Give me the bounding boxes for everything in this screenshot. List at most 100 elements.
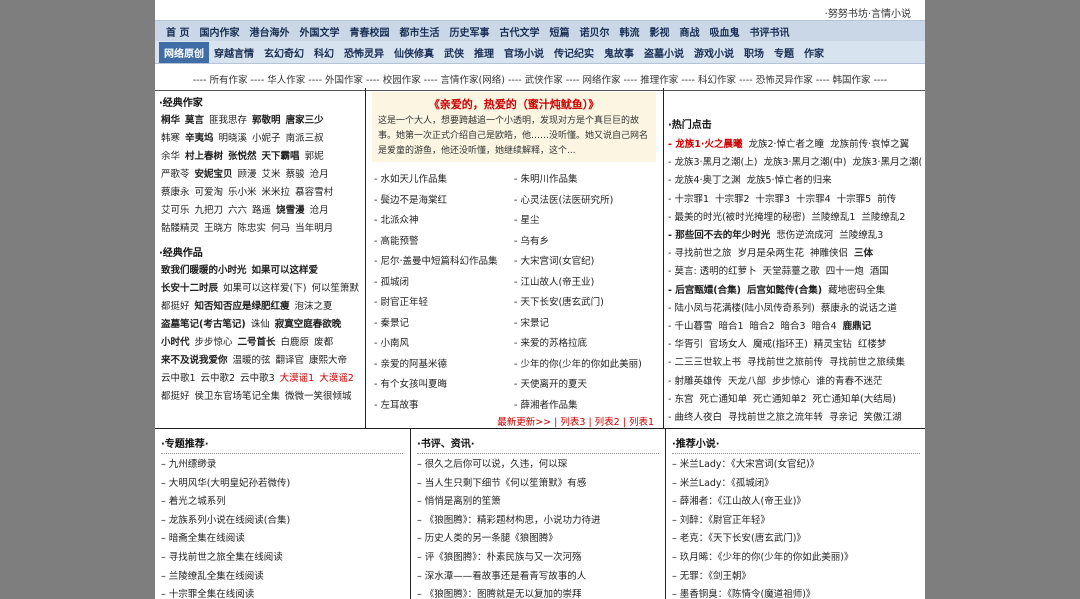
nav-link[interactable]: 诺贝尔 [574,24,614,39]
hot-link[interactable]: 暗合4 [812,321,837,332]
work-link[interactable]: 云中歌1 [161,373,196,384]
hot-link[interactable]: - 十宗罪1 [668,194,709,205]
work-link[interactable]: 翻译官 [276,355,305,366]
hot-link[interactable]: 十宗罪3 [756,194,791,205]
author-link[interactable]: 郭妮 [305,151,324,162]
work-link[interactable]: 泡沫之夏 [295,301,333,312]
nav-link[interactable]: 古代文学 [494,24,544,39]
book-link[interactable]: - 尉官正年轻 [374,293,514,314]
category-link[interactable]: 网络原创 [159,41,209,63]
author-link[interactable]: 辛夷坞 [185,133,214,144]
hot-link[interactable]: 十宗罪5 [837,194,872,205]
book-link[interactable]: - 左耳故事 [374,396,514,417]
author-link[interactable]: 桐华 [161,115,180,126]
hot-link[interactable]: 死亡通知单(大结局) [813,394,896,405]
author-link[interactable]: 张悦然 [228,151,257,162]
author-link[interactable]: 韩寒 [161,133,180,144]
work-link[interactable]: 长安十二时辰 [161,283,218,294]
recommend-item[interactable]: – 米兰Lady：《孤城闭》 [672,475,920,494]
recommend-item[interactable]: – 刘醉：《尉官正年轻》 [672,512,920,531]
nav-link[interactable]: 历史军事 [444,24,494,39]
hot-link[interactable]: 谁的青春不迷茫 [816,376,883,387]
work-link[interactable]: 来不及说我爱你 [161,355,228,366]
author-link[interactable]: 蔡康永 [161,187,190,198]
book-link[interactable]: - 星尘 [514,211,654,232]
hot-link[interactable]: 暗合2 [750,321,775,332]
hot-link[interactable]: 死亡通知单2 [753,394,807,405]
topics-item[interactable]: – 十宗罪全集在线阅读 [161,586,403,599]
book-link[interactable]: - 亲爱的阿基米德 [374,355,514,376]
book-link[interactable]: - 乌有乡 [514,232,654,253]
featured-book-title[interactable]: 《亲爱的，热爱的（蜜汁炖鱿鱼）》 [378,96,650,112]
pagination-links[interactable]: 最新更新>> | 列表3 | 列表2 | 列表1 [366,416,662,428]
book-link[interactable]: - 薛湘者作品集 [514,396,654,417]
nav-link[interactable]: 国内作家 [194,24,244,39]
topics-item[interactable]: – 着光之城系列 [161,493,403,512]
topics-item[interactable]: – 寻找前世之旅全集在线阅读 [161,549,403,568]
hot-link[interactable]: 四十一炮 [826,266,864,277]
hot-link[interactable]: 龙族2·悼亡者之瞳 [748,139,824,150]
work-link[interactable]: 大漠谣2 [319,373,354,384]
category-link[interactable]: 游戏小说 [689,45,739,60]
reviews-item[interactable]: – 《狼图腾》：图腾就是无以复加的崇拜 [417,586,659,599]
topics-item[interactable]: – 暗斋全集在线阅读 [161,530,403,549]
category-link[interactable]: 专题 [769,45,799,60]
author-link[interactable]: 村上春树 [185,151,223,162]
book-link[interactable]: - 水如天儿作品集 [374,170,514,191]
work-link[interactable]: 侯卫东官场笔记全集 [195,391,281,402]
author-link[interactable]: 可爱淘 [195,187,224,198]
work-link[interactable]: 温暖的弦 [233,355,271,366]
hot-link[interactable]: 寻找前世之旅前传 [747,357,823,368]
reviews-item[interactable]: – 很久之后你可以说，久违，何以琛 [417,456,659,475]
work-link[interactable]: 盗墓笔记(考古笔记) [161,319,246,330]
author-link[interactable]: 当年明月 [295,223,333,234]
author-link[interactable]: 路遥 [252,205,271,216]
hot-link[interactable]: - 寻找前世之旅 [668,248,731,259]
hot-link[interactable]: - 华胥引 [668,339,703,350]
reviews-item[interactable]: – 评《狼图腾》：朴素民族与又一次河殇 [417,549,659,568]
author-link[interactable]: 余华 [161,151,180,162]
work-link[interactable]: 白鹿原 [281,337,310,348]
category-link[interactable]: 盗墓小说 [639,45,689,60]
topics-item[interactable]: – 龙族系列小说在线阅读(合集) [161,512,403,531]
nav-link[interactable]: 韩流 [614,24,644,39]
hot-link[interactable]: 寻找前世之旅续集 [829,357,905,368]
book-link[interactable]: - 有个女孩叫夏晦 [374,375,514,396]
book-link[interactable]: - 宋景记 [514,314,654,335]
category-link[interactable]: 传记纪实 [549,45,599,60]
hot-link[interactable]: 魔戒(指环王) [753,339,808,350]
hot-link[interactable]: 红楼梦 [858,339,887,350]
hot-link[interactable]: 天龙八部 [728,376,766,387]
book-link[interactable]: - 秦景记 [374,314,514,335]
hot-link[interactable]: 天堂蒜薹之歌 [763,266,820,277]
hot-link[interactable]: 三体 [854,248,873,259]
book-link[interactable]: - 大宋宫词(女官纪) [514,252,654,273]
hot-link[interactable]: 暗合1 [718,321,743,332]
work-link[interactable]: 康熙大帝 [309,355,347,366]
author-link[interactable]: 慕容雪村 [295,187,333,198]
hot-link[interactable]: 兰陵缭乱2 [861,212,905,223]
hot-link[interactable]: 酒国 [870,266,889,277]
author-link[interactable]: 唐家三少 [286,115,324,126]
work-link[interactable]: 诛仙 [251,319,270,330]
author-link[interactable]: 沧月 [310,169,329,180]
author-link[interactable]: 莫言 [185,115,204,126]
book-link[interactable]: - 天下长安(唐玄武门) [514,293,654,314]
recommend-item[interactable]: – 老克：《天下长安(唐玄武门)》 [672,530,920,549]
work-link[interactable]: 步步惊心 [195,337,233,348]
category-link[interactable]: 推理 [469,45,499,60]
nav-link[interactable]: 港台海外 [244,24,294,39]
hot-link[interactable]: 龙族5·悼亡者的归来 [747,175,832,186]
work-link[interactable]: 废都 [314,337,333,348]
author-link[interactable]: 蔡骏 [286,169,305,180]
author-link[interactable]: 南派三叔 [286,133,324,144]
nav-link[interactable]: 书评书讯 [744,24,794,39]
topics-item[interactable]: – 兰陵缭乱全集在线阅读 [161,568,403,587]
book-link[interactable]: - 北派众神 [374,211,514,232]
work-link[interactable]: 如果可以这样爱(下) [223,283,306,294]
reviews-item[interactable]: – 当人生只剩下细节《何以笙箫默》有感 [417,475,659,494]
nav-link[interactable]: 影视 [644,24,674,39]
reviews-item[interactable]: – 《狼图腾》：精彩题材构思，小说功力待进 [417,512,659,531]
author-link[interactable]: 何马 [271,223,290,234]
recommend-item[interactable]: – 米兰Lady：《大宋宫词(女官纪)》 [672,456,920,475]
